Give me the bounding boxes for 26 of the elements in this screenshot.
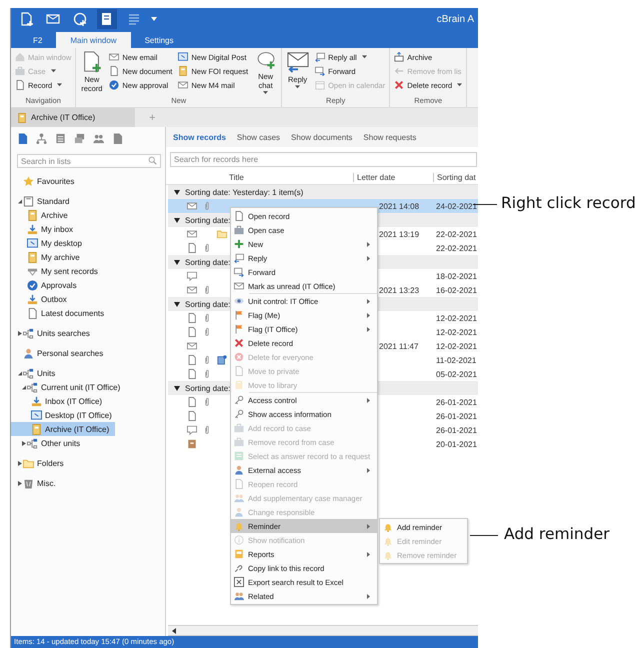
window-title: cBrain A: [436, 14, 474, 24]
group-header-text: Sorting date:: [185, 216, 230, 224]
table-cell-text: 2021 13:23: [379, 286, 420, 294]
table-cell: 22-02-2021: [436, 230, 477, 238]
table-cell: 26-01-2021: [436, 426, 477, 434]
table-cell: 24-02-2021: [436, 202, 477, 210]
table-cell: 26-01-2021: [436, 398, 477, 406]
table-cell: 26-01-2021: [436, 412, 477, 420]
group-header-text: Sorting date:: [185, 384, 230, 392]
table-cell-text: 2021 14:08: [379, 202, 420, 210]
table-cell: 11-02-2021: [436, 356, 476, 364]
group-header-text: Sorting date: Yesterday: 1 item(s): [185, 188, 304, 196]
table-cell: 05-02-2021: [436, 370, 477, 378]
table-cell-text: 2021 13:19: [379, 230, 420, 238]
table-cell: 12-02-2021: [436, 342, 477, 350]
table-cell: 18-02-2021: [436, 272, 477, 280]
group-header-text: Sorting date:: [185, 258, 230, 266]
table-cell: 12-02-2021: [436, 314, 477, 322]
table-cell: 20-01-2021: [436, 440, 477, 448]
callout-label: Add reminder: [504, 525, 610, 543]
group-header-text: Sorting date:: [185, 300, 230, 308]
table-cell: 22-02-2021: [436, 244, 477, 252]
table-cell-text: 2021 11:47: [379, 342, 420, 350]
table-cell: 12-02-2021: [436, 328, 477, 336]
table-cell: 16-02-2021: [436, 286, 477, 294]
callout-label: Right click record: [501, 194, 636, 212]
